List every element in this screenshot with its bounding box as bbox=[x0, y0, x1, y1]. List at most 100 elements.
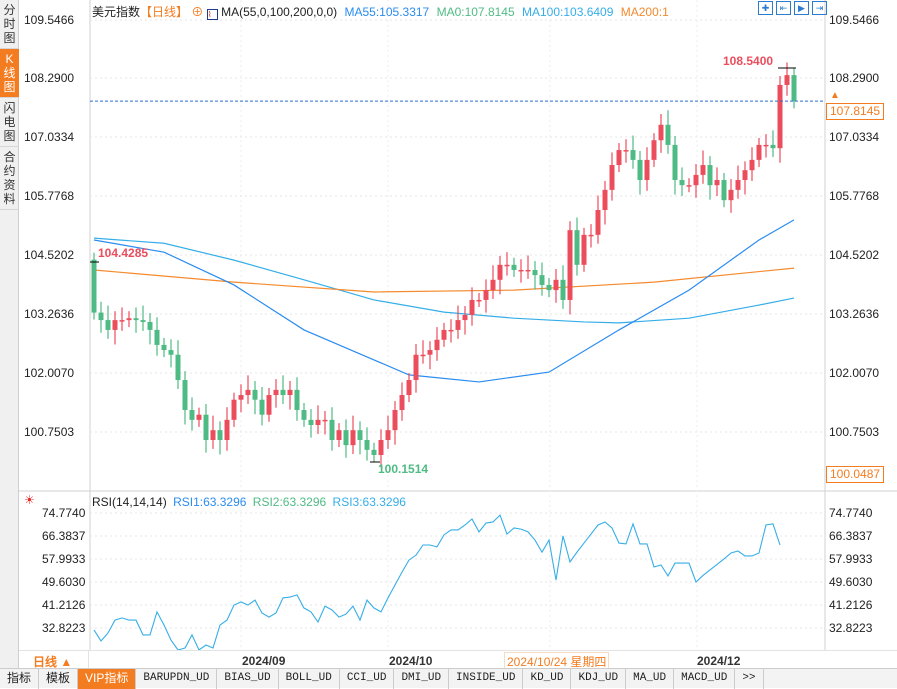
low-marker-label: 100.1514 bbox=[378, 462, 429, 476]
candle-body bbox=[245, 389, 251, 396]
candle-body bbox=[259, 399, 265, 415]
candle-body bbox=[231, 399, 237, 420]
candle-body bbox=[308, 419, 314, 426]
price-tick-left: 102.0070 bbox=[24, 366, 75, 380]
candle-body bbox=[448, 329, 454, 332]
chart-tools: ✚ ⇤ ▶ ⇥ bbox=[758, 1, 827, 15]
candle-body bbox=[280, 389, 286, 396]
zoom-range-icon[interactable]: ⇤ bbox=[776, 1, 791, 15]
candle-body bbox=[567, 230, 573, 300]
candle-body bbox=[651, 140, 657, 160]
candle-body bbox=[476, 299, 482, 302]
candle-body bbox=[546, 284, 552, 291]
candle-body bbox=[126, 318, 132, 321]
candle-body bbox=[105, 320, 111, 330]
rsi-settings-icon[interactable]: ☀ bbox=[24, 493, 35, 507]
ma55-line bbox=[93, 219, 795, 383]
play-forward-icon[interactable]: ▶ bbox=[794, 1, 809, 15]
toolbar-tab[interactable]: KDJ_UD bbox=[571, 669, 627, 689]
rsi-tick-left: 41.2126 bbox=[42, 598, 86, 612]
toolbar-tab[interactable]: MA_UD bbox=[626, 669, 675, 689]
candle-body bbox=[784, 75, 790, 85]
candle-body bbox=[504, 264, 510, 267]
candle-body bbox=[189, 410, 195, 420]
toolbar-tab[interactable]: BIAS_UD bbox=[217, 669, 279, 689]
high-marker-label: 108.5400 bbox=[723, 54, 774, 68]
rsi2-value: RSI2:63.3296 bbox=[252, 495, 327, 509]
toolbar-tab[interactable]: BARUPDN_UD bbox=[136, 669, 218, 689]
candle-body bbox=[385, 430, 391, 440]
candle-body bbox=[98, 312, 104, 321]
candle-body bbox=[322, 419, 328, 422]
candle-body bbox=[707, 165, 713, 186]
candle-body bbox=[392, 410, 398, 431]
candle-body bbox=[364, 439, 370, 450]
toolbar-tab[interactable]: INSIDE_UD bbox=[449, 669, 524, 689]
candle-body bbox=[350, 430, 356, 446]
rsi-tick-left: 57.9933 bbox=[42, 552, 86, 566]
candle-body bbox=[630, 150, 636, 160]
ma-label: MA(55,0,100,200,0,0) bbox=[221, 5, 338, 19]
candle-body bbox=[532, 269, 538, 276]
candle-body bbox=[224, 419, 230, 440]
period-selector[interactable]: 日线 ▲ bbox=[19, 651, 89, 669]
ma100-line bbox=[93, 237, 795, 324]
ma200-value: MA200:1 bbox=[620, 5, 669, 19]
candle-body bbox=[497, 264, 503, 280]
candle-body bbox=[735, 180, 741, 190]
rsi-tick-right: 32.8223 bbox=[829, 621, 873, 635]
rsi-label: RSI(14,14,14) bbox=[92, 495, 167, 509]
rsi-tick-right: 41.2126 bbox=[829, 598, 873, 612]
toolbar-tab[interactable]: VIP指标 bbox=[78, 669, 137, 689]
candle-body bbox=[406, 380, 412, 396]
candle-body bbox=[378, 439, 384, 455]
toolbar-tab[interactable]: DMI_UD bbox=[394, 669, 450, 689]
candle-body bbox=[721, 180, 727, 201]
toolbar-tab[interactable]: 指标 bbox=[0, 669, 40, 689]
candle-body bbox=[539, 275, 545, 285]
chart-header: 美元指数【日线】 ⊕ ⌇ MA(55,0,100,200,0,0) MA55:1… bbox=[92, 3, 669, 20]
price-tick-right: 108.2900 bbox=[829, 71, 880, 85]
crosshair-tool-icon[interactable]: ✚ bbox=[758, 1, 773, 15]
candle-body bbox=[210, 430, 216, 440]
candle-body bbox=[469, 299, 475, 315]
ma-chart-icon[interactable]: ⌇ bbox=[206, 9, 218, 20]
candle-body bbox=[315, 419, 321, 426]
candle-body bbox=[140, 320, 146, 322]
instrument-name: 美元指数 bbox=[92, 5, 141, 19]
rsi-tick-left: 74.7740 bbox=[42, 506, 86, 520]
candle-body bbox=[112, 320, 118, 330]
candle-body bbox=[560, 279, 566, 300]
crosshair-toggle-icon[interactable]: ⊕ bbox=[191, 5, 203, 19]
date-label: 2024/09 bbox=[242, 654, 286, 668]
candlestick-chart[interactable] bbox=[0, 0, 897, 650]
candle-body bbox=[287, 389, 293, 396]
ma0-value: MA0:107.8145 bbox=[436, 5, 515, 19]
candle-body bbox=[756, 144, 762, 160]
candle-body bbox=[182, 380, 188, 411]
indicator-toolbar: 指标 模板 VIP指标 BARUPDN_UD BIAS_UD BOLL_UD CCI_UD D… bbox=[0, 668, 897, 689]
candle-body bbox=[553, 279, 559, 291]
candle-body bbox=[252, 389, 258, 400]
candle-body bbox=[518, 269, 524, 272]
candle-body bbox=[511, 264, 517, 270]
candle-body bbox=[357, 430, 363, 440]
toolbar-tab[interactable]: CCI_UD bbox=[340, 669, 395, 689]
toolbar-tab[interactable]: MACD_UD bbox=[674, 669, 736, 689]
rsi1-value: RSI1:63.3296 bbox=[173, 495, 247, 509]
candle-body bbox=[581, 234, 587, 265]
candle-body bbox=[294, 389, 300, 411]
candle-body bbox=[266, 395, 272, 415]
toolbar-tab[interactable]: >> bbox=[735, 669, 764, 689]
toolbar-tab[interactable]: 模板 bbox=[39, 669, 79, 689]
toolbar-tab[interactable]: BOLL_UD bbox=[279, 669, 340, 689]
candle-body bbox=[616, 150, 622, 166]
candle-body bbox=[434, 339, 440, 351]
toolbar-tab[interactable]: KD_UD bbox=[523, 669, 572, 689]
candle-body bbox=[686, 185, 692, 187]
jump-end-icon[interactable]: ⇥ bbox=[812, 1, 827, 15]
rsi-tick-right: 74.7740 bbox=[829, 506, 873, 520]
candle-body bbox=[483, 290, 489, 300]
candle-body bbox=[693, 174, 699, 186]
candle-body bbox=[742, 170, 748, 181]
